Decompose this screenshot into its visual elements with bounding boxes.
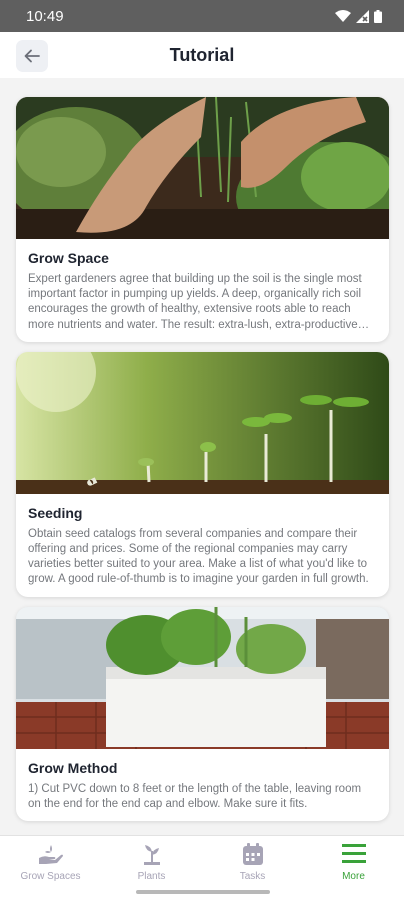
status-icons (335, 9, 382, 23)
nav-label: Tasks (239, 871, 266, 882)
card-body: Grow Method 1) Cut PVC down to 8 feet or… (16, 749, 389, 821)
status-bar: 10:49 (0, 0, 404, 32)
tutorial-list[interactable]: Grow Space Expert gardeners agree that b… (0, 78, 404, 835)
tutorial-card-grow-space[interactable]: Grow Space Expert gardeners agree that b… (16, 97, 389, 342)
nav-label: Plants (137, 871, 166, 882)
card-title: Grow Space (28, 250, 109, 266)
card-description: Expert gardeners agree that building up … (28, 273, 362, 331)
nav-item-more[interactable]: More (303, 836, 404, 900)
calendar-icon (242, 843, 263, 865)
home-indicator (136, 890, 270, 894)
tutorial-card-grow-method[interactable]: Grow Method 1) Cut PVC down to 8 feet or… (16, 606, 389, 822)
card-title: Seeding (28, 504, 83, 521)
grow-method-image (16, 606, 389, 749)
nav-item-grow-spaces[interactable]: Grow Spaces (0, 836, 101, 900)
wifi-icon (335, 9, 351, 22)
hand-plant-icon (38, 845, 63, 864)
app-bar: Tutorial (0, 32, 404, 78)
card-description: 1) Cut PVC down to 8 feet or the length … (28, 782, 362, 810)
battery-icon (374, 9, 382, 23)
card-description: Obtain seed catalogs from several compan… (28, 527, 369, 586)
page-title: Tutorial (169, 44, 235, 65)
grow-space-image (16, 97, 389, 239)
tutorial-card-seeding[interactable]: Seeding Obtain seed catalogs from severa… (16, 351, 389, 597)
signal-icon (356, 9, 369, 23)
bottom-navigation: Grow Spaces Plants Tasks More (0, 835, 404, 900)
card-body: Grow Space Expert gardeners agree that b… (16, 239, 389, 342)
menu-icon (341, 844, 366, 863)
card-title: Grow Method (28, 759, 118, 776)
nav-label: Grow Spaces (20, 871, 81, 882)
nav-label: More (342, 871, 365, 882)
arrow-left-icon (24, 49, 40, 63)
seeding-image (16, 351, 389, 494)
back-button[interactable] (16, 40, 48, 72)
card-body: Seeding Obtain seed catalogs from severa… (16, 494, 389, 597)
sprout-icon (143, 845, 160, 865)
status-time: 10:49 (26, 7, 64, 25)
